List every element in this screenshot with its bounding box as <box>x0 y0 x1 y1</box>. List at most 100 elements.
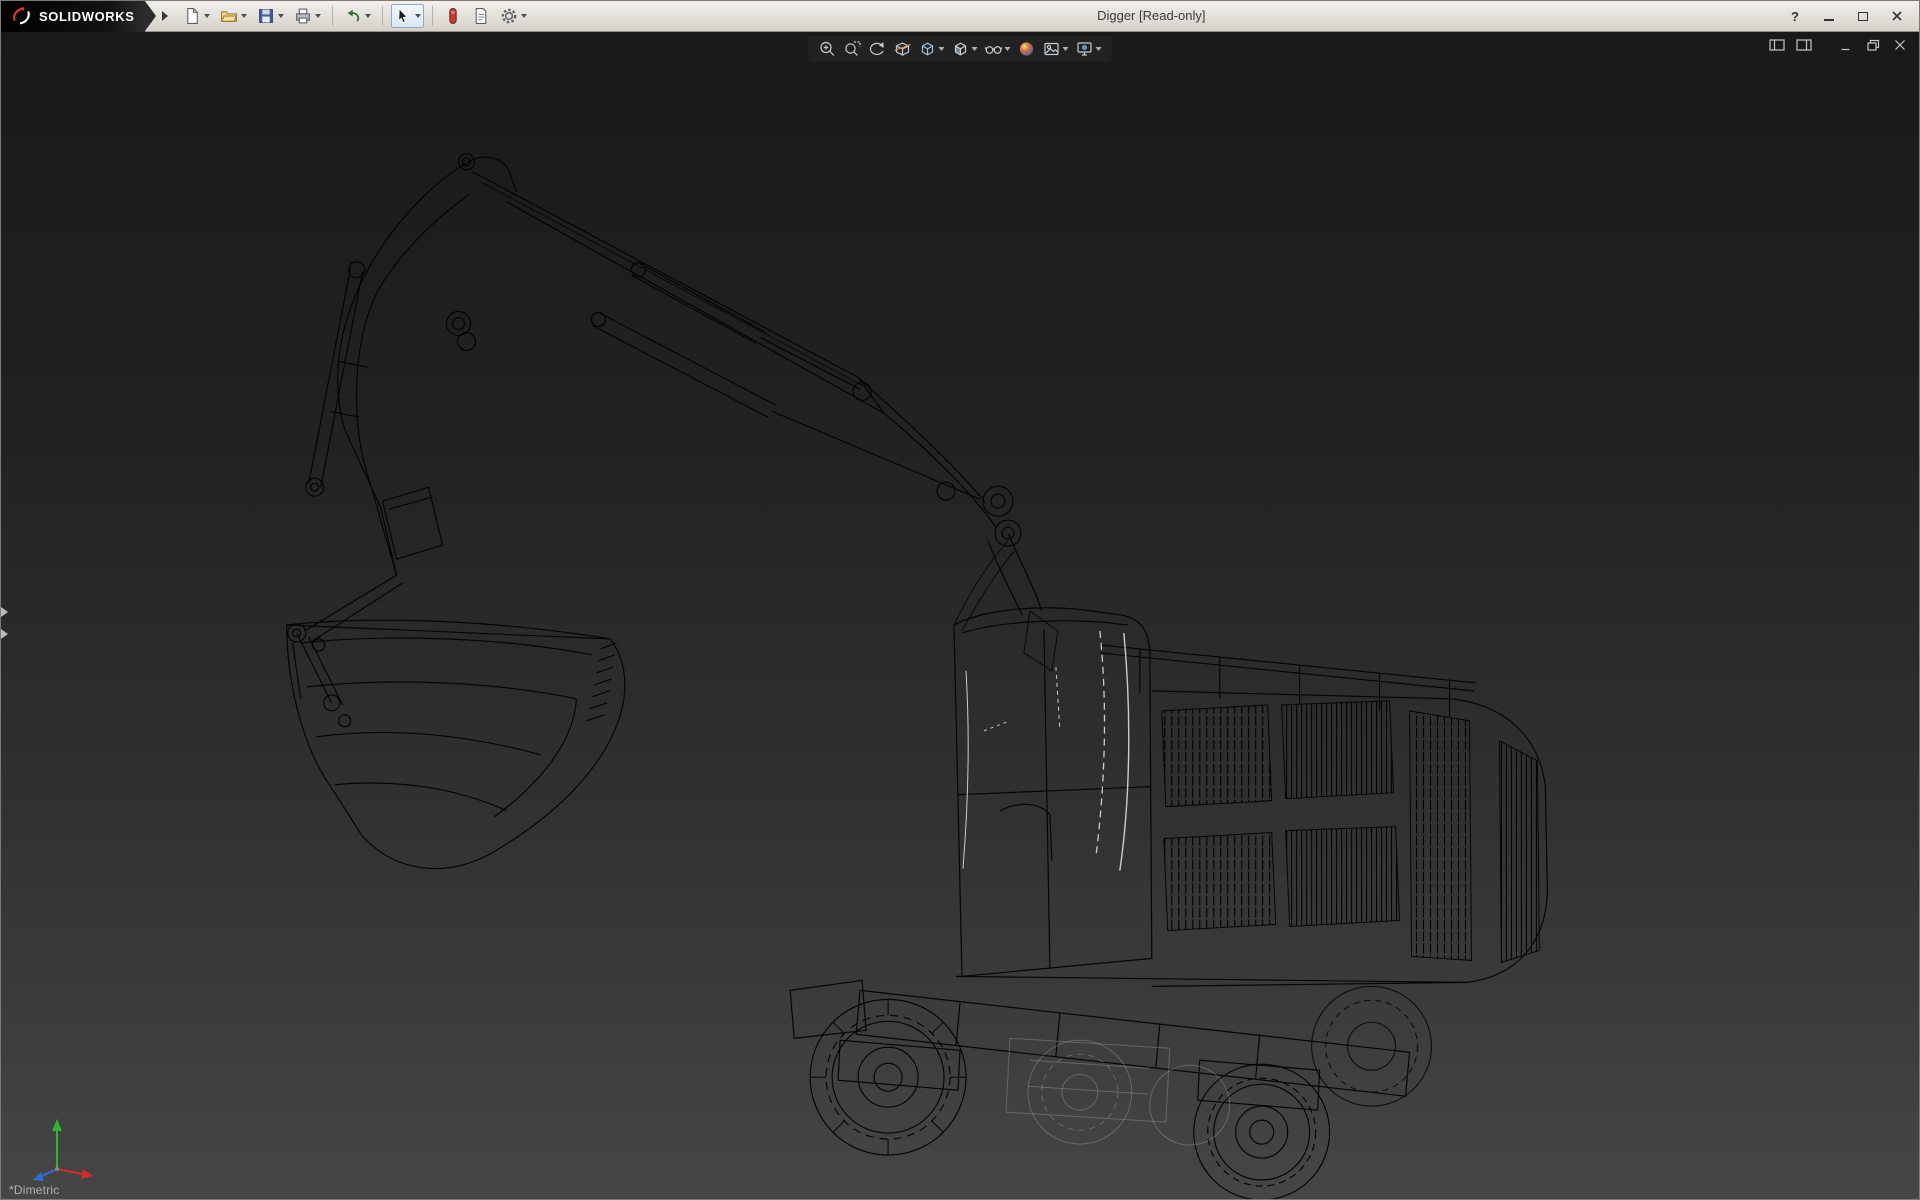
chevron-down-icon[interactable] <box>365 14 371 18</box>
view-orientation-label: *Dimetric <box>9 1183 59 1197</box>
rebuild-button[interactable] <box>441 4 465 28</box>
save-disk-icon <box>257 7 275 25</box>
rebuild-light-icon <box>444 7 462 25</box>
chevron-down-icon[interactable] <box>972 47 978 51</box>
brand-name: SOLIDWORKS <box>39 9 135 24</box>
section-view-button[interactable] <box>892 38 914 60</box>
apply-scene-button[interactable] <box>1041 38 1071 60</box>
print-button[interactable] <box>291 4 324 28</box>
digger-stick <box>473 172 1058 671</box>
digger-boom <box>306 154 517 575</box>
options-button[interactable] <box>497 4 530 28</box>
edit-appearance-button[interactable] <box>1016 38 1038 60</box>
flyout-arrow-icon <box>1 629 8 639</box>
previous-view-button[interactable] <box>867 38 889 60</box>
chevron-down-icon[interactable] <box>1005 47 1011 51</box>
undo-arrow-icon <box>344 7 362 25</box>
minimize-button[interactable] <box>1815 6 1843 27</box>
chevron-down-icon[interactable] <box>939 47 945 51</box>
hide-show-items-button[interactable] <box>983 38 1013 60</box>
titlebar-center: Digger [Read-only] <box>530 7 1773 25</box>
eyeglasses-icon <box>985 40 1003 58</box>
scene-picture-icon <box>1043 40 1061 58</box>
zoom-to-area-button[interactable] <box>842 38 864 60</box>
doc-minimize-icon <box>1838 38 1854 52</box>
maximize-button[interactable] <box>1849 6 1877 27</box>
file-properties-button[interactable] <box>469 4 493 28</box>
printer-icon <box>294 7 312 25</box>
chevron-down-icon[interactable] <box>241 14 247 18</box>
maximize-icon <box>1858 12 1868 21</box>
solidworks-window: SOLIDWORKS <box>0 0 1920 1200</box>
window-controls: ? <box>1773 6 1919 27</box>
z-axis-arrow <box>33 1172 44 1181</box>
previous-view-icon <box>869 40 887 58</box>
help-button[interactable]: ? <box>1781 6 1809 27</box>
titlebar: SOLIDWORKS <box>1 1 1919 32</box>
x-axis-arrow <box>81 1169 93 1179</box>
standard-toolbar <box>178 4 530 28</box>
help-question-icon: ? <box>1791 9 1799 24</box>
display-style-icon <box>952 40 970 58</box>
view-orientation-button[interactable] <box>917 38 947 60</box>
logo-edge-decoration <box>145 1 156 31</box>
close-icon <box>1891 10 1903 22</box>
doc-restore-button[interactable] <box>1864 37 1882 53</box>
toolbar-separator <box>432 6 433 26</box>
doc-minimize-button[interactable] <box>1837 37 1855 53</box>
chevron-down-icon[interactable] <box>1096 47 1102 51</box>
new-document-icon <box>183 7 201 25</box>
appearance-ball-icon <box>1018 40 1036 58</box>
zoom-to-area-icon <box>844 40 862 58</box>
digger-cab <box>954 541 1152 976</box>
digger-bucket-linkage <box>288 575 403 727</box>
featuremanager-flyout-arrows[interactable] <box>1 607 11 639</box>
digger-bucket <box>287 620 625 868</box>
graphics-viewport[interactable]: *Dimetric <box>1 32 1919 1199</box>
chevron-down-icon[interactable] <box>204 14 210 18</box>
display-style-button[interactable] <box>950 38 980 60</box>
chevron-down-icon[interactable] <box>521 14 527 18</box>
zoom-to-fit-button[interactable] <box>817 38 839 60</box>
undo-button[interactable] <box>341 4 374 28</box>
chevron-down-icon[interactable] <box>1063 47 1069 51</box>
view-orientation-cube-icon <box>919 40 937 58</box>
headsup-view-toolbar <box>809 36 1112 62</box>
solidworks-logo: SOLIDWORKS <box>1 1 145 32</box>
menu-expand-arrow-icon[interactable] <box>162 11 168 21</box>
new-button[interactable] <box>180 4 213 28</box>
triad-origin <box>55 1167 59 1171</box>
pane-left-icon <box>1769 38 1785 52</box>
chevron-down-icon[interactable] <box>278 14 284 18</box>
toolbar-separator <box>332 6 333 26</box>
document-window-controls <box>1768 37 1909 53</box>
select-cursor-icon <box>394 7 412 25</box>
pane-left-button[interactable] <box>1768 37 1786 53</box>
select-button[interactable] <box>391 4 424 28</box>
section-view-icon <box>894 40 912 58</box>
file-properties-icon <box>472 7 490 25</box>
doc-close-icon <box>1892 38 1908 52</box>
chevron-down-icon[interactable] <box>315 14 321 18</box>
reference-triad <box>23 1111 95 1183</box>
close-button[interactable] <box>1883 6 1911 27</box>
flyout-arrow-icon <box>1 607 8 617</box>
pane-right-button[interactable] <box>1795 37 1813 53</box>
doc-close-button[interactable] <box>1891 37 1909 53</box>
view-settings-button[interactable] <box>1074 38 1104 60</box>
save-button[interactable] <box>254 4 287 28</box>
model-wireframe-svg <box>1 32 1919 1199</box>
digger-farside-faint <box>1006 1038 1230 1145</box>
solidworks-logo-icon <box>10 6 32 26</box>
chevron-down-icon[interactable] <box>415 14 421 18</box>
minimize-icon <box>1824 19 1834 21</box>
document-title: Digger [Read-only] <box>1097 8 1205 23</box>
y-axis-arrow <box>52 1119 62 1131</box>
view-settings-monitor-icon <box>1076 40 1094 58</box>
options-gear-icon <box>500 7 518 25</box>
pane-right-icon <box>1796 38 1812 52</box>
doc-restore-icon <box>1865 38 1881 52</box>
open-button[interactable] <box>217 4 250 28</box>
open-folder-icon <box>220 7 238 25</box>
toolbar-separator <box>382 6 383 26</box>
